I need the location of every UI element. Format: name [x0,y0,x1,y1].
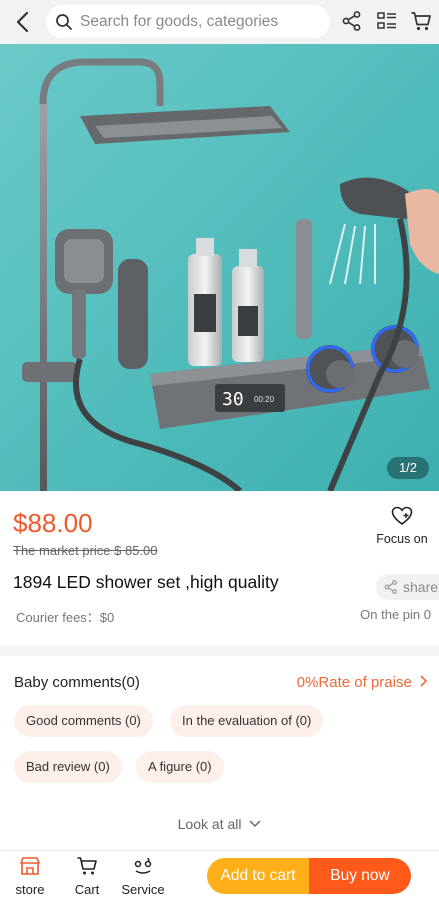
tag-a-figure[interactable]: A figure (0) [136,751,224,783]
on-the-pin: On the pin 0 [360,607,431,622]
service-icon [134,857,152,874]
svg-text:00:20: 00:20 [254,395,275,404]
heart-icon [391,506,413,530]
cart-label: Cart [74,882,100,897]
praise-rate-link[interactable]: 0%Rate of praise [297,674,429,691]
market-price: The market price $ 85.00 [13,543,158,558]
purchase-buttons: Add to cart Buy now [207,858,411,894]
chevron-right-icon [420,675,428,687]
cart-nav-icon [77,857,97,875]
tag-good-comments[interactable]: Good comments (0) [14,705,153,737]
tag-bad-review[interactable]: Bad review (0) [14,751,122,783]
share-small-icon [384,580,397,594]
buy-now-button[interactable]: Buy now [309,858,411,894]
product-title: 1894 LED shower set ,high quality [13,572,279,592]
store-nav[interactable]: store [5,856,55,897]
chevron-down-icon [249,820,261,828]
section-divider [0,646,439,656]
look-at-all-button[interactable]: Look at all [0,816,439,832]
product-image[interactable]: 30 00:20 1/2 [0,44,439,491]
cart-nav[interactable]: Cart [62,856,112,897]
look-at-all-label: Look at all [177,816,242,832]
cart-icon[interactable] [410,10,432,32]
top-bar: Search for goods, categories [0,0,439,44]
category-list-icon[interactable] [376,10,398,32]
tag-evaluation[interactable]: In the evaluation of (0) [170,705,324,737]
current-price: $88.00 [13,508,93,538]
courier-fees: Courier fees：$0 [16,610,115,625]
comments-title: Baby comments(0) [14,674,140,691]
service-label: Service [121,882,165,897]
add-to-cart-button[interactable]: Add to cart [207,858,309,894]
image-pager: 1/2 [387,457,429,479]
focus-on-label: Focus on [376,532,428,546]
store-label: store [15,882,45,897]
share-label: share [403,579,439,595]
focus-on-button[interactable]: Focus on [371,506,433,546]
search-placeholder: Search for goods, categories [80,13,279,30]
back-icon[interactable] [10,8,38,36]
share-button[interactable]: share [376,574,439,600]
service-nav[interactable]: Service [118,856,168,897]
share-icon[interactable] [341,10,363,32]
praise-rate-label: 0%Rate of praise [296,674,412,691]
svg-text:30: 30 [222,389,244,410]
search-input[interactable]: Search for goods, categories [46,5,330,38]
store-icon [20,857,40,875]
search-icon [55,13,73,31]
